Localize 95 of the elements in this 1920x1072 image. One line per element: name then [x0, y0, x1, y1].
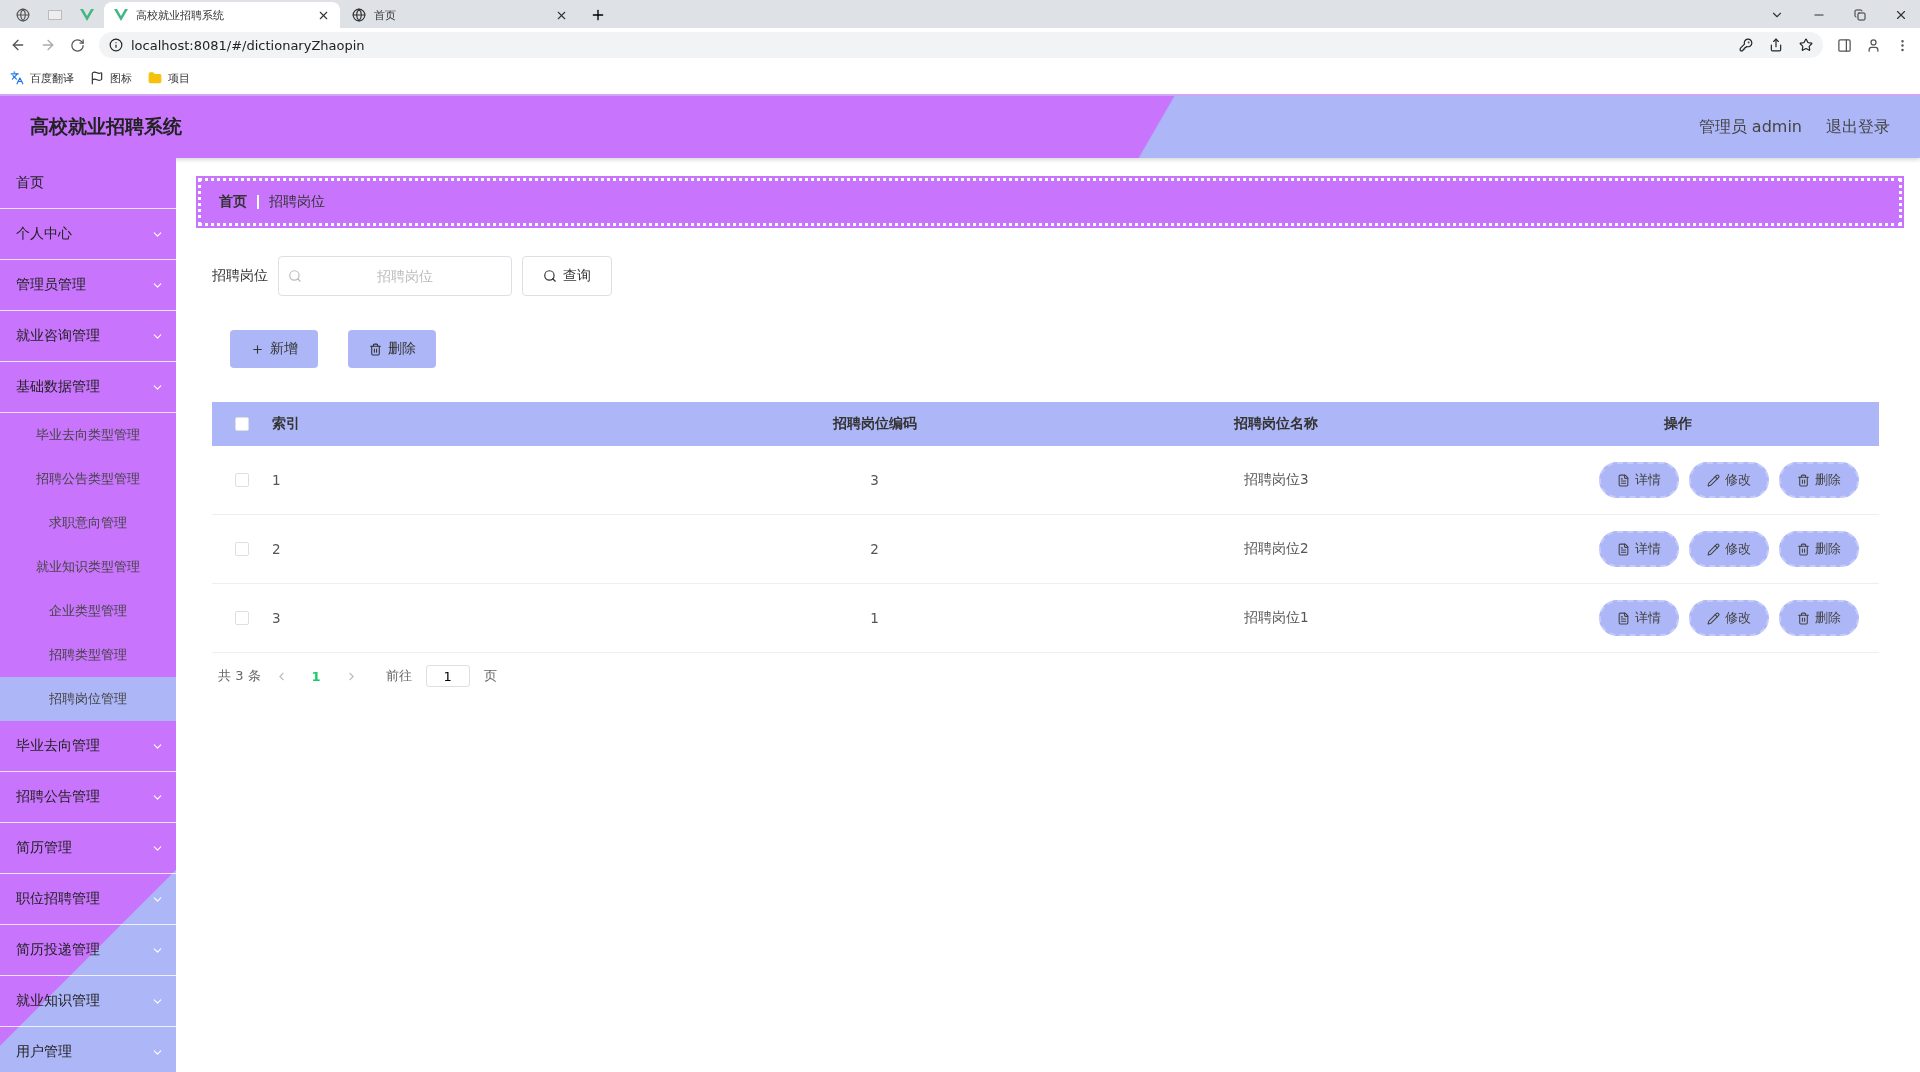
edit-button[interactable]: 修改 — [1689, 531, 1769, 567]
sidebar-item[interactable]: 基础数据管理 — [0, 362, 176, 413]
add-button[interactable]: 新增 — [230, 330, 318, 368]
pencil-icon — [1707, 611, 1720, 625]
share-icon[interactable] — [1769, 38, 1783, 52]
row-checkbox[interactable] — [235, 611, 249, 625]
sidebar-subitem[interactable]: 毕业去向类型管理 — [0, 413, 176, 457]
detail-button[interactable]: 详情 — [1599, 600, 1679, 636]
pencil-icon — [1707, 542, 1720, 556]
sidebar-subitem[interactable]: 招聘类型管理 — [0, 633, 176, 677]
sidebar-item[interactable]: 招聘公告管理 — [0, 772, 176, 823]
breadcrumb-item[interactable]: 招聘岗位 — [269, 193, 325, 211]
reload-icon[interactable] — [70, 37, 85, 53]
table-cell-text: 招聘岗位2 — [1243, 540, 1310, 558]
pencil-icon — [1707, 473, 1720, 487]
sidebar-item[interactable]: 用户管理 — [0, 1027, 176, 1072]
table-cell-text: 2 — [272, 541, 282, 557]
column-header: 招聘岗位名称 — [1232, 415, 1320, 433]
v-logo-icon — [114, 9, 128, 21]
sidebar-subitem[interactable]: 求职意向管理 — [0, 501, 176, 545]
column-header: 操作 — [1663, 415, 1694, 433]
total-count: 共 3 条 — [218, 667, 261, 685]
delete-button[interactable]: 删除 — [348, 330, 436, 368]
search-label: 招聘岗位 — [212, 267, 268, 285]
table-cell-text: 3 — [869, 472, 880, 488]
globe-icon — [352, 8, 366, 22]
query-button[interactable]: 查询 — [522, 256, 612, 296]
document-icon — [1617, 611, 1630, 625]
bookmark[interactable]: 图标 — [90, 70, 132, 86]
user-label: 管理员 admin — [1698, 116, 1802, 138]
sidebar-item[interactable]: 简历管理 — [0, 823, 176, 874]
trash-icon — [1797, 542, 1810, 556]
flag-icon — [90, 71, 104, 85]
browser-tab[interactable]: 高校就业招聘系统 — [104, 2, 340, 28]
edit-button[interactable]: 修改 — [1689, 600, 1769, 636]
page-unit: 页 — [483, 667, 497, 685]
trash-icon — [368, 342, 382, 356]
translate-icon — [10, 71, 24, 85]
profile-icon[interactable] — [1866, 37, 1881, 53]
bookmark[interactable]: 项目 — [148, 70, 190, 86]
breadcrumb-item[interactable]: 首页 — [219, 193, 247, 211]
search-field[interactable]: 招聘岗位 — [278, 256, 512, 296]
column-header: 招聘岗位编码 — [831, 415, 918, 433]
detail-button[interactable]: 详情 — [1599, 531, 1679, 567]
table-cell-text: 1 — [869, 610, 880, 626]
column-header: 索引 — [272, 415, 301, 433]
search-icon — [288, 269, 302, 283]
info-icon — [109, 38, 123, 52]
document-icon — [1617, 473, 1630, 487]
goto-label: 前往 — [385, 667, 412, 685]
sidebar-subitem[interactable]: 招聘岗位管理 — [0, 677, 176, 721]
select-all-checkbox[interactable] — [235, 417, 249, 431]
row-checkbox[interactable] — [235, 473, 249, 487]
key-icon[interactable] — [1739, 38, 1753, 52]
url-text: localhost:8081/#/dictionaryZhaopin — [131, 37, 365, 53]
sidebar-item[interactable]: 就业咨询管理 — [0, 311, 176, 362]
table-cell-text: 招聘岗位1 — [1243, 609, 1310, 627]
row-checkbox[interactable] — [235, 542, 249, 556]
close-icon[interactable] — [1894, 8, 1908, 22]
browser-tab[interactable]: 首页 — [342, 2, 578, 28]
sidebar-subitem[interactable]: 就业知识类型管理 — [0, 545, 176, 589]
restore-icon[interactable] — [1854, 9, 1866, 21]
globe-icon[interactable] — [16, 8, 30, 22]
trash-icon — [1797, 473, 1810, 487]
delete-button[interactable]: 删除 — [1779, 462, 1859, 498]
page-input[interactable]: 1 — [425, 665, 470, 687]
document-icon — [1617, 542, 1630, 556]
table-cell-text: 3 — [272, 610, 282, 626]
bookmark[interactable]: 百度翻译 — [10, 70, 74, 86]
sidebar-item[interactable]: 首页 — [0, 158, 176, 209]
folder-icon — [148, 71, 162, 85]
app-title: 高校就业招聘系统 — [30, 114, 182, 139]
search-icon — [543, 269, 557, 283]
star-icon[interactable] — [1799, 38, 1813, 52]
logout-link[interactable]: 退出登录 — [1826, 116, 1890, 138]
table-cell-text: 2 — [869, 541, 880, 557]
side-panel-icon[interactable] — [1837, 37, 1852, 53]
sidebar-item[interactable]: 就业知识管理 — [0, 976, 176, 1027]
delete-button[interactable]: 删除 — [1779, 531, 1859, 567]
sidebar-item[interactable]: 职位招聘管理 — [0, 874, 176, 925]
sidebar-item[interactable]: 简历投递管理 — [0, 925, 176, 976]
sidebar-subitem[interactable]: 企业类型管理 — [0, 589, 176, 633]
sidebar-item[interactable]: 毕业去向管理 — [0, 721, 176, 772]
edit-button[interactable]: 修改 — [1689, 462, 1769, 498]
detail-button[interactable]: 详情 — [1599, 462, 1679, 498]
address-bar[interactable]: localhost:8081/#/dictionaryZhaopin — [99, 32, 1823, 58]
table-cell-text: 招聘岗位3 — [1243, 471, 1310, 489]
table-cell-text: 1 — [272, 472, 282, 488]
plus-icon — [250, 342, 264, 356]
sidebar-item[interactable]: 管理员管理 — [0, 260, 176, 311]
sidebar-subitem[interactable]: 招聘公告类型管理 — [0, 457, 176, 501]
back-icon[interactable] — [10, 37, 26, 53]
trash-icon — [1797, 611, 1810, 625]
delete-button[interactable]: 删除 — [1779, 600, 1859, 636]
sidebar-item[interactable]: 个人中心 — [0, 209, 176, 260]
